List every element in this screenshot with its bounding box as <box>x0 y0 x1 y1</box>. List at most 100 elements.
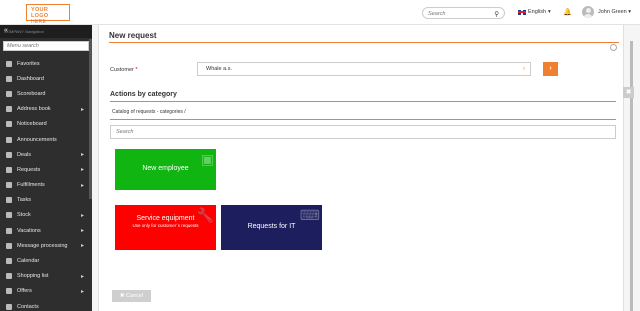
sidebar-item-vacations[interactable]: Vacations ▸ <box>0 223 92 238</box>
plane-icon <box>6 227 12 234</box>
chevron-right-icon: ▸ <box>80 243 84 250</box>
sidebar-header: COMPANY Navigation « <box>0 25 92 38</box>
pin-icon <box>6 121 12 128</box>
stock-icon <box>6 212 12 219</box>
category-search[interactable] <box>110 125 616 139</box>
page-title: New request <box>109 31 157 40</box>
cancel-button[interactable]: ✖ Cancel <box>112 290 151 302</box>
chart-icon <box>6 75 12 82</box>
collapse-sidebar-icon[interactable]: « <box>4 27 86 34</box>
sidebar-item-label: Address book <box>17 106 51 113</box>
sidebar-item-tasks[interactable]: Tasks <box>0 193 92 208</box>
user-name[interactable]: John Green ▾ <box>598 9 631 15</box>
avatar[interactable] <box>582 6 594 18</box>
user-name-text: John Green <box>598 9 627 15</box>
uk-flag-icon <box>518 9 526 15</box>
sidebar-item-offers[interactable]: Offers ▸ <box>0 284 92 299</box>
global-search[interactable]: ⚲ <box>422 7 505 19</box>
logo-line1: YOUR LOGO <box>31 7 49 19</box>
deals-icon <box>6 151 12 158</box>
chevron-right-icon: ▸ <box>80 152 84 159</box>
sidebar-item-contacts[interactable]: Contacts <box>0 299 92 311</box>
search-icon[interactable]: ⚲ <box>494 10 499 18</box>
cancel-label: Cancel <box>126 293 144 299</box>
customer-label: Customer * <box>110 67 138 73</box>
sidebar-item-dashboard[interactable]: Dashboard <box>0 71 92 86</box>
customer-value: Whale a.s. <box>206 66 232 72</box>
bell-icon[interactable]: 🔔 <box>563 8 572 16</box>
sidebar-item-favorites[interactable]: Favorites <box>0 56 92 71</box>
category-search-input[interactable] <box>111 126 615 138</box>
menu-search[interactable] <box>3 41 89 51</box>
sidebar-item-label: Contacts <box>17 303 39 310</box>
sidebar-item-calendar[interactable]: Calendar <box>0 253 92 268</box>
sidebar-item-deals[interactable]: Deals ▸ <box>0 147 92 162</box>
chevron-right-icon: ▸ <box>80 167 84 174</box>
requests-icon <box>6 166 12 173</box>
chevron-right-icon: ▸ <box>80 228 84 235</box>
line-chart-icon <box>6 90 12 97</box>
menu-search-input[interactable] <box>4 42 88 50</box>
wrench-icon: 🔧 <box>196 207 214 223</box>
global-search-input[interactable] <box>428 9 488 18</box>
customer-open-button[interactable]: › <box>543 62 558 76</box>
section-divider <box>110 101 616 102</box>
sidebar-item-label: Favorites <box>17 60 40 67</box>
message-icon <box>6 242 12 249</box>
sidebar-item-announcements[interactable]: Announcements <box>0 132 92 147</box>
sidebar-item-label: Announcements <box>17 136 57 143</box>
sidebar-item-shopping-list[interactable]: Shopping list ▸ <box>0 269 92 284</box>
tile-service-equipment[interactable]: 🔧 Service equipment Use only for custome… <box>115 205 216 250</box>
language-selector[interactable]: English ▾ <box>518 9 551 15</box>
offers-icon <box>6 288 12 295</box>
settings-icon[interactable] <box>610 44 617 51</box>
required-marker: * <box>135 67 138 73</box>
language-label: English <box>528 9 547 15</box>
sidebar-item-label: Tasks <box>17 197 32 204</box>
customer-label-text: Customer <box>110 67 134 73</box>
tile-requests-for-it[interactable]: ⌨ Requests for IT <box>221 205 322 250</box>
sidebar-item-label: Deals <box>17 151 32 158</box>
sidebar-item-address-book[interactable]: Address book ▸ <box>0 102 92 117</box>
sidebar-item-stock[interactable]: Stock ▸ <box>0 208 92 223</box>
main-content: New request Customer * Whale a.s. › › Ac… <box>92 25 640 311</box>
address-book-icon: ▣ <box>200 151 214 167</box>
sidebar-item-label: Shopping list <box>17 273 49 280</box>
address-book-icon <box>6 106 12 113</box>
sidebar-item-label: Dashboard <box>17 75 44 82</box>
chevron-right-icon: ▸ <box>80 273 84 280</box>
tasks-icon <box>6 197 12 204</box>
section-title: Actions by category <box>110 91 177 98</box>
sidebar-item-label: Calendar <box>17 258 40 265</box>
sidebar-menu: Favorites Dashboard Scoreboard Address b… <box>0 56 92 311</box>
tile-new-employee[interactable]: ▣ New employee <box>115 149 216 190</box>
sidebar-item-label: Fulfillments <box>17 182 45 189</box>
sidebar-item-label: Vacations <box>17 227 41 234</box>
title-divider <box>109 42 619 43</box>
chevron-right-icon: ▸ <box>80 106 84 113</box>
customer-field[interactable]: Whale a.s. › <box>197 62 531 76</box>
chevron-right-icon[interactable]: › <box>523 66 525 72</box>
sidebar-item-label: Stock <box>17 212 31 219</box>
breadcrumb-divider <box>110 119 616 120</box>
sidebar-item-requests[interactable]: Requests ▸ <box>0 162 92 177</box>
request-form: New request Customer * Whale a.s. › › Ac… <box>98 25 624 311</box>
sidebar-item-label: Offers <box>17 288 32 295</box>
chevron-down-icon: ▾ <box>548 9 551 15</box>
close-icon[interactable]: ✖ <box>623 87 634 98</box>
sidebar-item-scoreboard[interactable]: Scoreboard <box>0 86 92 101</box>
sidebar-item-noticeboard[interactable]: Noticeboard <box>0 117 92 132</box>
top-bar: YOUR LOGO HERE ⚲ English ▾ 🔔 John Green … <box>0 0 640 25</box>
sidebar-item-label: Scoreboard <box>17 90 46 97</box>
main-scrollbar[interactable] <box>630 41 633 311</box>
sidebar-item-message-processing[interactable]: Message processing ▸ <box>0 238 92 253</box>
chevron-right-icon: ▸ <box>80 182 84 189</box>
chevron-right-icon: ▸ <box>80 212 84 219</box>
logo[interactable]: YOUR LOGO HERE <box>26 4 70 25</box>
star-icon <box>6 60 12 67</box>
sidebar-item-fulfillments[interactable]: Fulfillments ▸ <box>0 178 92 193</box>
breadcrumb[interactable]: Catalog of requests - categories / <box>112 109 186 115</box>
cart-icon <box>6 273 12 280</box>
sidebar-item-label: Message processing <box>17 242 68 249</box>
fulfillments-icon <box>6 182 12 189</box>
